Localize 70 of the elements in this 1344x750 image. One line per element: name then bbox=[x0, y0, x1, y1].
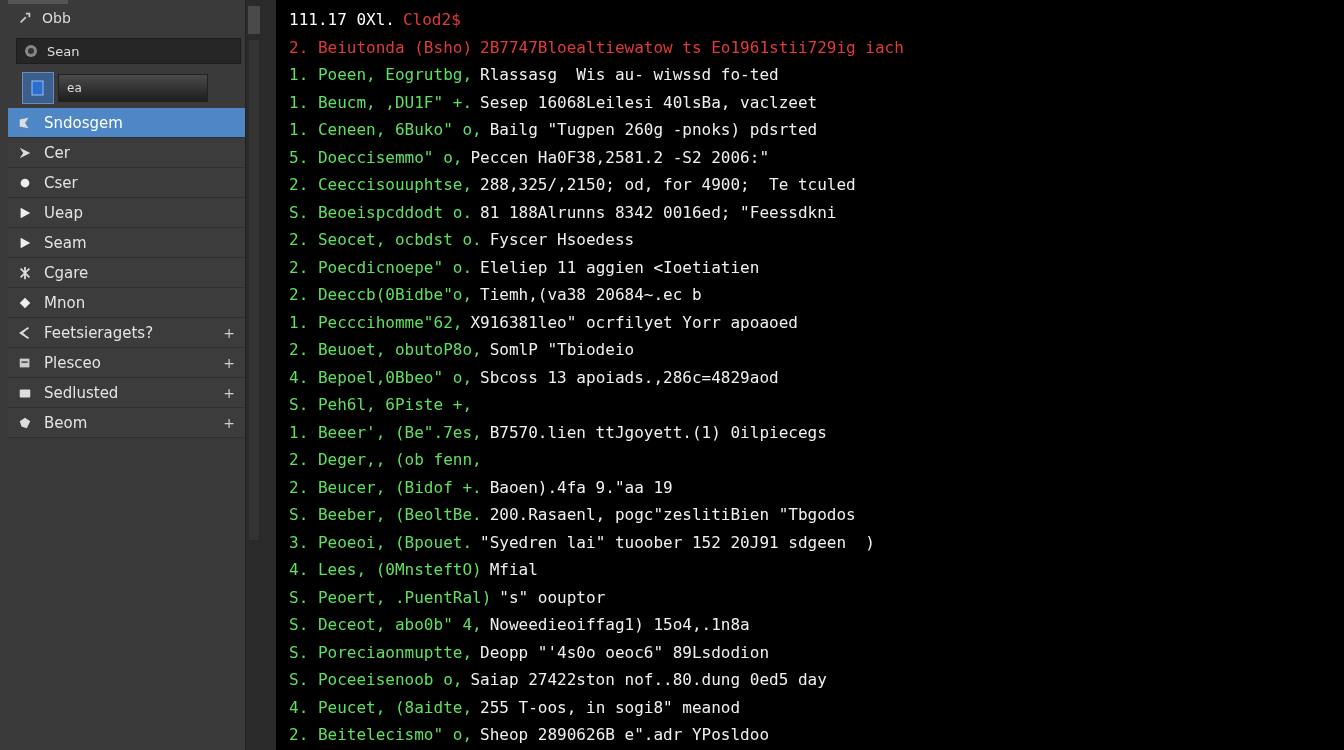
item-icon bbox=[18, 205, 32, 220]
log-text: Sesep 16068Leilesi 40lsBa, vaclzeet bbox=[480, 91, 818, 114]
item-icon bbox=[18, 325, 32, 340]
log-text: Sheop 2890626B e".adr YPosldoo bbox=[480, 724, 769, 746]
line-prefix: 2. Beiutonda (Bsho) bbox=[289, 36, 473, 59]
line-prefix: S. Peh6l, 6Piste +, bbox=[289, 394, 473, 416]
log-text: Clod2$ bbox=[402, 9, 461, 31]
book-button[interactable] bbox=[22, 72, 54, 104]
line-prefix: S. Beeber, (BeoltBe. bbox=[289, 504, 482, 526]
log-text: "Syedren lai" tuoober 152 20J91 sdgeen ) bbox=[480, 531, 875, 554]
line-prefix: 2. Beuoet, obutoP8o, bbox=[289, 339, 482, 361]
item-icon bbox=[18, 145, 32, 160]
expand-toggle[interactable]: + bbox=[223, 354, 235, 371]
sidebar-item[interactable]: Sndosgem bbox=[8, 108, 245, 138]
item-icon bbox=[18, 265, 32, 280]
log-text: Saiap 27422ston nof..80.dung 0ed5 day bbox=[470, 669, 827, 691]
log-text: 255 T-oos, in sogi8" meanod bbox=[480, 696, 741, 719]
item-icon bbox=[18, 415, 32, 430]
log-text: 288,325/,2150; od, for 4900; Te tculed bbox=[480, 174, 856, 196]
expand-toggle[interactable]: + bbox=[223, 414, 235, 431]
input-field[interactable]: ea bbox=[58, 74, 208, 102]
line-prefix: S. Peoert, .PuentRal) bbox=[289, 586, 492, 609]
search-icon bbox=[23, 43, 39, 59]
log-text: Deopp "'4s0o oeoc6" 89Lsdodion bbox=[480, 641, 769, 664]
line-prefix: 4. Lees, (0MnsteftO) bbox=[289, 559, 482, 581]
line-prefix: 1. Poeen, Eogrutbg, bbox=[289, 64, 473, 86]
line-prefix: 1. Beucm, ,DU1F" +. bbox=[289, 91, 473, 114]
line-prefix: 111.17 0Xl. bbox=[289, 9, 395, 31]
log-text: SomlP "Tbiodeio bbox=[489, 339, 635, 361]
log-text: Baoen).4fa 9."aa 19 bbox=[489, 476, 673, 499]
line-prefix: 2. Poecdicnoepe" o. bbox=[289, 256, 473, 279]
line-prefix: 2. Beucer, (Bidof +. bbox=[289, 476, 482, 499]
log-text: Bailg "Tugpen 260g -pnoks) pdsrted bbox=[489, 119, 818, 141]
log-text: Eleliep 11 aggien <Ioetiatien bbox=[480, 256, 760, 279]
line-prefix: 3. Peoeoi, (Bpouet. bbox=[289, 531, 473, 554]
log-text: Rlassasg Wis au- wiwssd fo-ted bbox=[480, 64, 779, 86]
scrollbar-thumb[interactable] bbox=[248, 6, 260, 34]
log-text: 2B7747Bloealtiewatow ts Eo1961stii729ig iach bbox=[480, 36, 904, 59]
line-prefix: 2. Seocet, ocbdst o. bbox=[289, 229, 482, 251]
item-icon bbox=[18, 235, 32, 250]
line-prefix: 5. Doeccisemmo" o, bbox=[289, 146, 463, 169]
line-prefix: 2. Beitelecismo" o, bbox=[289, 724, 473, 746]
expand-toggle[interactable]: + bbox=[223, 384, 235, 401]
log-text: Mfial bbox=[489, 559, 538, 581]
log-text: B7570.lien ttJgoyett.(1) 0ilpiecegs bbox=[489, 421, 827, 444]
log-text: Tiemh,(va38 20684~.ec b bbox=[480, 284, 702, 306]
log-text: 81 188Alrunns 8342 0016ed; "Feessdkni bbox=[480, 201, 837, 224]
log-text: 200.Rasaenl, pogc"zeslitiBien "Tbgodos bbox=[489, 504, 856, 526]
log-text: X916381leo" ocrfilyet Yorr apoaoed bbox=[470, 311, 798, 334]
line-prefix: S. Beoeispcddodt o. bbox=[289, 201, 473, 224]
log-text: Fyscer Hsoedess bbox=[489, 229, 635, 251]
log-text: Peccen Ha0F38,2581.2 -S2 2006:" bbox=[470, 146, 769, 169]
line-prefix: 2. Ceeccisouuphtse, bbox=[289, 174, 473, 196]
line-prefix: 1. Pecccihomme"62, bbox=[289, 311, 463, 334]
expand-toggle[interactable]: + bbox=[223, 324, 235, 341]
log-text: Noweedieoiffag1) 15o4,.1n8a bbox=[489, 614, 750, 636]
line-prefix: 4. Bepoel,0Bbeo" o, bbox=[289, 366, 473, 389]
line-prefix: 2. Deeccb(0Bidbe"o, bbox=[289, 284, 473, 306]
line-prefix: 2. Deger,, (ob fenn, bbox=[289, 449, 482, 471]
item-icon bbox=[18, 295, 32, 310]
line-prefix: 1. Ceneen, 6Buko" o, bbox=[289, 119, 482, 141]
line-prefix: 4. Peucet, (8aidte, bbox=[289, 696, 473, 719]
search-field[interactable]: Sean bbox=[16, 38, 241, 64]
panel-title: Obb bbox=[42, 10, 71, 26]
line-prefix: S. Deceot, abo0b" 4, bbox=[289, 614, 482, 636]
line-prefix: S. Poreciaonmuptte, bbox=[289, 641, 473, 664]
line-prefix: S. Poceeisenoob o, bbox=[289, 669, 463, 691]
line-prefix: 1. Beeer', (Be".7es, bbox=[289, 421, 482, 444]
log-text: Sbcoss 13 apoiads.,286c=4829aod bbox=[480, 366, 779, 389]
log-text: "s" oouptor bbox=[499, 586, 606, 609]
